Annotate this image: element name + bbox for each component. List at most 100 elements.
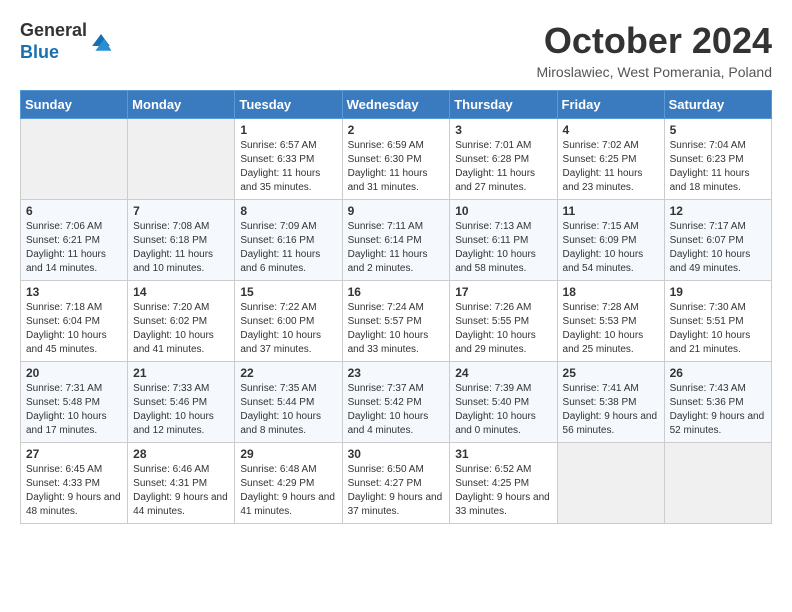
calendar-cell: 20 Sunrise: 7:31 AM Sunset: 5:48 PM Dayli… (21, 362, 128, 443)
day-info: Sunrise: 7:41 AM Sunset: 5:38 PM Dayligh… (563, 382, 659, 438)
day-info: Sunrise: 7:20 AM Sunset: 6:02 PM Dayligh… (133, 301, 229, 357)
calendar-cell: 3 Sunrise: 7:01 AM Sunset: 6:28 PM Daylig… (450, 119, 557, 200)
logo-icon (89, 30, 113, 54)
day-info: Sunrise: 7:15 AM Sunset: 6:09 PM Dayligh… (563, 220, 659, 276)
calendar-cell: 10 Sunrise: 7:13 AM Sunset: 6:11 PM Dayli… (450, 200, 557, 281)
day-number: 27 (26, 447, 122, 461)
calendar-cell: 1 Sunrise: 6:57 AM Sunset: 6:33 PM Daylig… (235, 119, 342, 200)
calendar-cell: 23 Sunrise: 7:37 AM Sunset: 5:42 PM Dayli… (342, 362, 450, 443)
day-number: 19 (670, 285, 766, 299)
day-info: Sunrise: 7:01 AM Sunset: 6:28 PM Dayligh… (455, 139, 551, 195)
day-info: Sunrise: 7:04 AM Sunset: 6:23 PM Dayligh… (670, 139, 766, 195)
calendar-cell (664, 443, 771, 524)
day-number: 2 (348, 123, 445, 137)
title-area: October 2024 Miroslawiec, West Pomerania… (536, 20, 772, 80)
calendar-cell: 28 Sunrise: 6:46 AM Sunset: 4:31 PM Dayli… (128, 443, 235, 524)
day-number: 13 (26, 285, 122, 299)
day-info: Sunrise: 7:33 AM Sunset: 5:46 PM Dayligh… (133, 382, 229, 438)
day-number: 4 (563, 123, 659, 137)
day-number: 26 (670, 366, 766, 380)
day-number: 3 (455, 123, 551, 137)
calendar-cell (557, 443, 664, 524)
day-number: 16 (348, 285, 445, 299)
calendar-cell: 15 Sunrise: 7:22 AM Sunset: 6:00 PM Dayli… (235, 281, 342, 362)
day-number: 12 (670, 204, 766, 218)
day-info: Sunrise: 7:13 AM Sunset: 6:11 PM Dayligh… (455, 220, 551, 276)
calendar-cell: 4 Sunrise: 7:02 AM Sunset: 6:25 PM Daylig… (557, 119, 664, 200)
day-number: 9 (348, 204, 445, 218)
calendar-cell: 27Sunrise: 6:45 AM Sunset: 4:33 PM Dayli… (21, 443, 128, 524)
day-info: Sunrise: 6:59 AM Sunset: 6:30 PM Dayligh… (348, 139, 445, 195)
day-number: 10 (455, 204, 551, 218)
day-number: 1 (240, 123, 336, 137)
day-info: Sunrise: 7:17 AM Sunset: 6:07 PM Dayligh… (670, 220, 766, 276)
day-number: 14 (133, 285, 229, 299)
day-info: Sunrise: 6:46 AM Sunset: 4:31 PM Dayligh… (133, 463, 229, 519)
weekday-header-tuesday: Tuesday (235, 91, 342, 119)
calendar-cell: 8 Sunrise: 7:09 AM Sunset: 6:16 PM Daylig… (235, 200, 342, 281)
day-info: Sunrise: 7:24 AM Sunset: 5:57 PM Dayligh… (348, 301, 445, 357)
calendar-cell: 7 Sunrise: 7:08 AM Sunset: 6:18 PM Daylig… (128, 200, 235, 281)
weekday-header-sunday: Sunday (21, 91, 128, 119)
calendar-cell: 17Sunrise: 7:26 AM Sunset: 5:55 PM Dayli… (450, 281, 557, 362)
day-number: 11 (563, 204, 659, 218)
calendar-cell: 2 Sunrise: 6:59 AM Sunset: 6:30 PM Daylig… (342, 119, 450, 200)
day-info: Sunrise: 6:52 AM Sunset: 4:25 PM Dayligh… (455, 463, 551, 519)
calendar-cell: 16 Sunrise: 7:24 AM Sunset: 5:57 PM Dayli… (342, 281, 450, 362)
month-title: October 2024 (536, 20, 772, 62)
day-info: Sunrise: 7:43 AM Sunset: 5:36 PM Dayligh… (670, 382, 766, 438)
weekday-header-saturday: Saturday (664, 91, 771, 119)
day-number: 21 (133, 366, 229, 380)
page-header: General Blue October 2024 Miroslawiec, W… (20, 20, 772, 80)
calendar-cell: 30Sunrise: 6:50 AM Sunset: 4:27 PM Dayli… (342, 443, 450, 524)
calendar-cell: 31Sunrise: 6:52 AM Sunset: 4:25 PM Dayli… (450, 443, 557, 524)
day-info: Sunrise: 7:22 AM Sunset: 6:00 PM Dayligh… (240, 301, 336, 357)
day-info: Sunrise: 7:08 AM Sunset: 6:18 PM Dayligh… (133, 220, 229, 276)
week-row-1: 1 Sunrise: 6:57 AM Sunset: 6:33 PM Daylig… (21, 119, 772, 200)
week-row-4: 20 Sunrise: 7:31 AM Sunset: 5:48 PM Dayli… (21, 362, 772, 443)
calendar-cell: 13 Sunrise: 7:18 AM Sunset: 6:04 PM Dayli… (21, 281, 128, 362)
day-info: Sunrise: 7:06 AM Sunset: 6:21 PM Dayligh… (26, 220, 122, 276)
day-number: 17 (455, 285, 551, 299)
logo-text: General Blue (20, 20, 87, 63)
calendar-cell: 12 Sunrise: 7:17 AM Sunset: 6:07 PM Dayli… (664, 200, 771, 281)
weekday-header-friday: Friday (557, 91, 664, 119)
calendar-cell: 6Sunrise: 7:06 AM Sunset: 6:21 PM Daylig… (21, 200, 128, 281)
day-info: Sunrise: 7:18 AM Sunset: 6:04 PM Dayligh… (26, 301, 122, 357)
weekday-header-monday: Monday (128, 91, 235, 119)
day-info: Sunrise: 6:57 AM Sunset: 6:33 PM Dayligh… (240, 139, 336, 195)
calendar-cell: 29Sunrise: 6:48 AM Sunset: 4:29 PM Dayli… (235, 443, 342, 524)
weekday-header-row: SundayMondayTuesdayWednesdayThursdayFrid… (21, 91, 772, 119)
day-number: 22 (240, 366, 336, 380)
weekday-header-thursday: Thursday (450, 91, 557, 119)
calendar-cell (21, 119, 128, 200)
week-row-2: 6Sunrise: 7:06 AM Sunset: 6:21 PM Daylig… (21, 200, 772, 281)
day-number: 20 (26, 366, 122, 380)
day-number: 25 (563, 366, 659, 380)
day-number: 7 (133, 204, 229, 218)
day-info: Sunrise: 7:39 AM Sunset: 5:40 PM Dayligh… (455, 382, 551, 438)
calendar-cell: 18Sunrise: 7:28 AM Sunset: 5:53 PM Dayli… (557, 281, 664, 362)
day-number: 8 (240, 204, 336, 218)
day-info: Sunrise: 7:09 AM Sunset: 6:16 PM Dayligh… (240, 220, 336, 276)
day-info: Sunrise: 7:11 AM Sunset: 6:14 PM Dayligh… (348, 220, 445, 276)
location: Miroslawiec, West Pomerania, Poland (536, 64, 772, 80)
day-info: Sunrise: 7:37 AM Sunset: 5:42 PM Dayligh… (348, 382, 445, 438)
day-number: 5 (670, 123, 766, 137)
day-number: 28 (133, 447, 229, 461)
day-info: Sunrise: 7:31 AM Sunset: 5:48 PM Dayligh… (26, 382, 122, 438)
day-info: Sunrise: 7:30 AM Sunset: 5:51 PM Dayligh… (670, 301, 766, 357)
calendar-cell: 25 Sunrise: 7:41 AM Sunset: 5:38 PM Dayli… (557, 362, 664, 443)
logo: General Blue (20, 20, 113, 63)
day-number: 30 (348, 447, 445, 461)
day-number: 24 (455, 366, 551, 380)
day-info: Sunrise: 7:02 AM Sunset: 6:25 PM Dayligh… (563, 139, 659, 195)
day-number: 23 (348, 366, 445, 380)
calendar-table: SundayMondayTuesdayWednesdayThursdayFrid… (20, 90, 772, 524)
weekday-header-wednesday: Wednesday (342, 91, 450, 119)
calendar-cell (128, 119, 235, 200)
week-row-3: 13 Sunrise: 7:18 AM Sunset: 6:04 PM Dayli… (21, 281, 772, 362)
day-number: 18 (563, 285, 659, 299)
day-info: Sunrise: 7:35 AM Sunset: 5:44 PM Dayligh… (240, 382, 336, 438)
day-number: 15 (240, 285, 336, 299)
